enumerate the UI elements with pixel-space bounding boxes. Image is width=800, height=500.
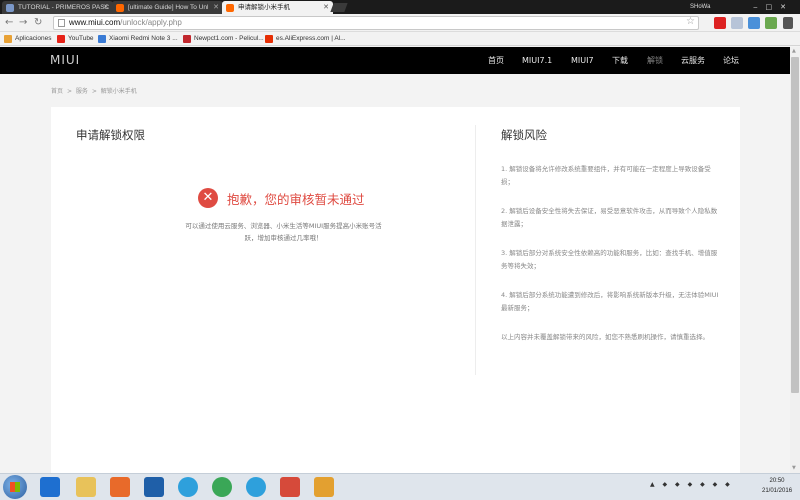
bookmark-aliexpress[interactable]: es.AliExpress.com | Al... xyxy=(265,32,346,46)
nav-miui7[interactable]: MIUI7 xyxy=(571,47,594,74)
extension-icon[interactable] xyxy=(765,17,777,29)
scroll-thumb[interactable] xyxy=(791,57,799,393)
risk-item: 1. 解锁设备将允许修改系统重要组件，并有可能在一定程度上导致设备受损； xyxy=(501,165,711,186)
youtube-icon xyxy=(57,35,65,43)
apply-title: 申请解锁权限 xyxy=(76,128,145,142)
bookmarks-bar: Aplicaciones YouTube Xiaomi Redmi Note 3… xyxy=(0,32,800,46)
error-message: 抱歉，您的审核暂未通过 xyxy=(227,192,365,207)
error-icon: ✕ xyxy=(198,188,218,208)
nav-download[interactable]: 下载 xyxy=(612,47,628,74)
tab-tutorial[interactable]: TUTORIAL - PRIMEROS PASC ✕ xyxy=(2,1,113,14)
site-logo[interactable]: MIUI xyxy=(50,47,80,74)
start-button[interactable] xyxy=(3,475,27,499)
page-scrollbar[interactable]: ▲ ▼ xyxy=(790,47,800,473)
windows-taskbar: ▲ ◆ ◆ ◆ ◆ ◆ ◆ 20:50 21/01/2016 xyxy=(0,473,800,500)
breadcrumb-services[interactable]: 服务 xyxy=(76,88,88,95)
address-bar[interactable]: www.miui.com/unlock/apply.php ☆ xyxy=(53,16,699,30)
taskbar-clock[interactable]: 20:50 21/01/2016 xyxy=(762,476,792,496)
breadcrumb-separator: > xyxy=(91,88,97,95)
file-explorer-icon[interactable] xyxy=(76,477,96,497)
close-tab-icon[interactable]: ✕ xyxy=(323,1,329,14)
nav-unlock[interactable]: 解锁 xyxy=(647,47,663,74)
risk-list: 1. 解锁设备将允许修改系统重要组件，并有可能在一定程度上导致设备受损； 2. … xyxy=(501,163,721,360)
tab-title: [ultimate Guide] How To Unl xyxy=(128,4,209,11)
profile-name[interactable]: SHoWa xyxy=(690,0,710,14)
tab-unlock-apply[interactable]: 申请解锁小米手机 ✕ xyxy=(222,1,333,14)
scroll-up-icon[interactable]: ▲ xyxy=(792,48,796,54)
extension-icon[interactable] xyxy=(731,17,743,29)
tab-favicon-icon xyxy=(6,4,14,12)
tab-favicon-icon xyxy=(116,4,124,12)
browser-toolbar: ← → ↻ www.miui.com/unlock/apply.php ☆ xyxy=(0,14,800,32)
media-player-icon[interactable] xyxy=(110,477,130,497)
close-tab-icon[interactable]: ✕ xyxy=(213,1,219,14)
error-description: 可以通过使用云服务、浏览器、小米生活等MIUI服务提高小米账号活跃，增加审核通过… xyxy=(185,222,382,242)
bookmark-apps[interactable]: Aplicaciones xyxy=(4,32,52,46)
system-tray[interactable]: ▲ ◆ ◆ ◆ ◆ ◆ ◆ xyxy=(650,481,733,488)
adblock-icon[interactable] xyxy=(714,17,726,29)
mail-icon[interactable] xyxy=(280,477,300,497)
url-text[interactable]: www.miui.com/unlock/apply.php xyxy=(69,17,182,29)
tab-favicon-icon xyxy=(226,4,234,12)
site-header: MIUI 首页 MIUI7.1 MIUI7 下载 解锁 云服务 论坛 xyxy=(0,47,790,74)
bookmark-star-icon[interactable]: ☆ xyxy=(686,16,695,27)
tab-title: TUTORIAL - PRIMEROS PASC xyxy=(18,4,110,11)
browser-tab-bar: TUTORIAL - PRIMEROS PASC ✕ [ultimate Gui… xyxy=(0,0,800,14)
risk-item: 2. 解锁后设备安全性将失去保证，易受恶意软件攻击，从而导致个人隐私数据泄露； xyxy=(501,207,718,228)
back-arrow-icon[interactable]: ← xyxy=(5,16,13,30)
chrome-icon[interactable] xyxy=(212,477,232,497)
forward-arrow-icon[interactable]: → xyxy=(19,16,27,30)
close-tab-icon[interactable]: ✕ xyxy=(103,1,109,14)
risk-note: 以上内容并未覆盖解锁带来的风险，如您不熟悉刷机操作，请慎重选择。 xyxy=(501,333,709,341)
nav-home[interactable]: 首页 xyxy=(488,47,504,74)
risk-item: 3. 解锁后部分对系统安全性依赖高的功能和服务，比如：查找手机、增值服务等将失效… xyxy=(501,249,718,270)
telegram-icon[interactable] xyxy=(178,477,198,497)
tab-ultimate-guide[interactable]: [ultimate Guide] How To Unl ✕ xyxy=(112,1,223,14)
risk-item: 4. 解锁后部分系统功能遭到修改后，将影响系统新版本升级，无法体验MIUI最新服… xyxy=(501,291,719,312)
bookmark-favicon-icon xyxy=(183,35,191,43)
app-icon[interactable] xyxy=(314,477,334,497)
nav-cloud-service[interactable]: 云服务 xyxy=(681,47,705,74)
nav-miui71[interactable]: MIUI7.1 xyxy=(522,47,552,74)
column-divider xyxy=(475,125,476,375)
bookmark-newpct[interactable]: Newpct1.com - Pelicul... xyxy=(183,32,264,46)
breadcrumb-separator: > xyxy=(66,88,72,95)
telegram-icon[interactable] xyxy=(246,477,266,497)
breadcrumb-home[interactable]: 首页 xyxy=(51,88,63,95)
ie-icon[interactable] xyxy=(40,477,60,497)
extension-icon[interactable] xyxy=(748,17,760,29)
scroll-down-icon[interactable]: ▼ xyxy=(792,465,796,471)
reload-icon[interactable]: ↻ xyxy=(34,16,42,30)
breadcrumb-current: 解锁小米手机 xyxy=(100,88,137,95)
bookmark-youtube[interactable]: YouTube xyxy=(57,32,94,46)
clock-time: 20:50 xyxy=(769,478,785,484)
breadcrumb: 首页 > 服务 > 解锁小米手机 xyxy=(51,86,139,95)
windows-logo-icon xyxy=(10,482,20,492)
risk-title: 解锁风险 xyxy=(501,128,547,142)
apps-icon xyxy=(4,35,12,43)
nav-forum[interactable]: 论坛 xyxy=(723,47,739,74)
bookmark-xiaomi[interactable]: Xiaomi Redmi Note 3 ... xyxy=(98,32,178,46)
tab-title: 申请解锁小米手机 xyxy=(238,4,290,11)
unlock-card: 申请解锁权限 ✕ 抱歉，您的审核暂未通过 可以通过使用云服务、浏览器、小米生活等… xyxy=(51,107,740,473)
menu-icon[interactable] xyxy=(783,17,793,29)
new-tab-button[interactable] xyxy=(330,3,348,12)
aliexpress-icon xyxy=(265,35,273,43)
outlook-icon[interactable] xyxy=(144,477,164,497)
page-icon xyxy=(58,19,65,27)
bookmark-favicon-icon xyxy=(98,35,106,43)
window-controls[interactable]: ‒□✕ xyxy=(753,3,794,11)
clock-date: 21/01/2016 xyxy=(762,488,793,494)
